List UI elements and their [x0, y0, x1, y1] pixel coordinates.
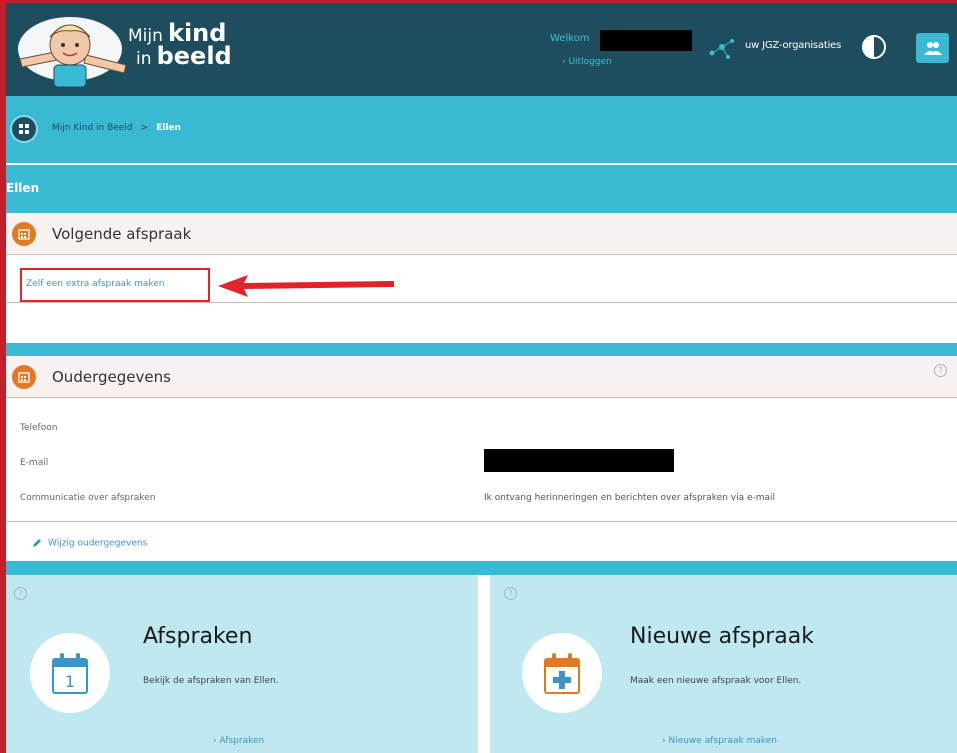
- page: Mijn kind in beeld Welkom › Uitloggen uw…: [0, 0, 957, 753]
- appointments-tile[interactable]: ? 1 Afspraken Bekijk de afspraken van El…: [6, 575, 478, 753]
- parent-data-title: Oudergegevens: [52, 368, 171, 386]
- next-appointment-header: Volgende afspraak: [6, 213, 957, 255]
- parent-data-icon-wrap: [12, 365, 36, 389]
- svg-text:1: 1: [65, 672, 75, 691]
- breadcrumb-home[interactable]: Mijn Kind in Beeld: [52, 123, 133, 133]
- people-button[interactable]: [916, 33, 949, 63]
- communication-label: Communicatie over afspraken: [20, 493, 156, 503]
- next-appointment-icon-wrap: [12, 222, 36, 246]
- breadcrumb: Mijn Kind in Beeld > Ellen: [52, 123, 181, 133]
- calendar-icon: [18, 372, 30, 383]
- logo-word2: beeld: [156, 42, 232, 70]
- appointments-link[interactable]: › Afspraken: [213, 736, 264, 746]
- calendar-icon: [18, 229, 30, 240]
- calendar-icon: 1: [52, 653, 88, 694]
- edit-parent-data-link[interactable]: Wijzig oudergegevens: [32, 538, 147, 549]
- jgz-organisations-link[interactable]: uw JGZ-organisaties: [745, 40, 841, 51]
- email-label: E-mail: [20, 458, 49, 468]
- pencil-icon: [33, 539, 41, 547]
- breadcrumb-bar: Mijn Kind in Beeld > Ellen: [6, 96, 957, 164]
- page-title: Ellen: [6, 181, 40, 195]
- extra-appointment-link[interactable]: Zelf een extra afspraak maken: [26, 279, 165, 289]
- parent-data-header: Oudergegevens ?: [6, 356, 957, 398]
- logo-text: Mijn kind in beeld: [128, 21, 232, 70]
- extra-appointment-highlight: Zelf een extra afspraak maken: [20, 268, 210, 302]
- people-icon: [923, 42, 942, 55]
- welcome-text: Welkom: [550, 33, 590, 44]
- new-appointment-tile[interactable]: ? Nieuwe afspraak Maak een nieuwe afspra…: [490, 575, 957, 753]
- logo-line2: in: [136, 49, 152, 69]
- divider: [6, 521, 957, 522]
- new-appointment-link[interactable]: › Nieuwe afspraak maken: [662, 736, 777, 746]
- header: Mijn kind in beeld Welkom › Uitloggen uw…: [6, 3, 957, 96]
- phone-label: Telefoon: [20, 423, 58, 433]
- divider: [6, 302, 957, 303]
- section-separator: [6, 561, 957, 575]
- help-icon[interactable]: ?: [504, 587, 517, 600]
- help-icon[interactable]: ?: [14, 587, 27, 600]
- child-mascot-icon: [18, 17, 127, 88]
- network-icon: [709, 39, 734, 59]
- help-icon[interactable]: ?: [934, 364, 947, 377]
- edit-parent-data-label: Wijzig oudergegevens: [48, 538, 148, 549]
- new-appointment-title: Nieuwe afspraak: [630, 624, 814, 649]
- grid-icon: [19, 124, 29, 134]
- red-arrow-annotation: [218, 275, 394, 297]
- page-title-bar: Ellen: [6, 165, 957, 213]
- logo[interactable]: Mijn kind in beeld: [12, 7, 262, 93]
- appointments-desc: Bekijk de afspraken van Ellen.: [143, 676, 279, 686]
- contrast-icon[interactable]: [862, 35, 886, 59]
- redacted-email: [484, 449, 674, 472]
- calendar-plus-icon: [544, 653, 580, 694]
- breadcrumb-separator: >: [140, 123, 149, 133]
- logout-link[interactable]: › Uitloggen: [562, 57, 612, 67]
- breadcrumb-current: Ellen: [156, 123, 181, 133]
- new-appointment-desc: Maak een nieuwe afspraak voor Ellen.: [630, 676, 802, 686]
- new-appointment-icon-wrap: [522, 633, 602, 713]
- section-separator: [6, 343, 957, 356]
- appointments-icon-wrap: 1: [30, 633, 110, 713]
- appointments-title: Afspraken: [143, 624, 253, 649]
- grid-button[interactable]: [10, 115, 38, 143]
- redacted-username: [600, 30, 692, 51]
- communication-value: Ik ontvang herinneringen en berichten ov…: [484, 493, 776, 503]
- next-appointment-title: Volgende afspraak: [52, 225, 192, 243]
